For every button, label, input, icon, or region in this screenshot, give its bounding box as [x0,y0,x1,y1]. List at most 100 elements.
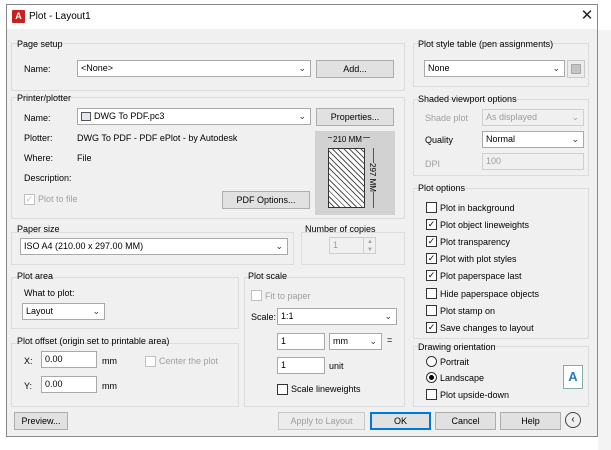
plotter-value: DWG To PDF - PDF ePlot - by Autodesk [77,133,238,143]
edit-plot-style-button[interactable] [567,60,585,78]
properties-button[interactable]: Properties... [316,108,394,126]
cancel-button[interactable]: Cancel [435,412,496,430]
scale-unit-value: mm [333,336,348,346]
printer-plotter-label: Printer/plotter [17,93,72,103]
orientation-preview-icon: A [563,365,583,389]
printer-name-select[interactable]: DWG To PDF.pc3 ⌄ [77,108,311,125]
help-button[interactable]: Help [500,412,561,430]
quality-label: Quality [425,135,454,145]
scale-value1-input[interactable]: 1 [277,333,325,350]
pdf-options-button[interactable]: PDF Options... [222,191,310,209]
scale-value1: 1 [281,336,287,346]
copies-spinner[interactable]: ▲ ▼ [363,238,376,253]
center-plot-checkbox[interactable] [145,356,156,367]
chevron-down-icon: ⌄ [384,311,392,321]
offset-x-unit: mm [102,356,117,366]
plot-option-label: Plot transparency [440,237,511,247]
chevron-down-icon: ⌄ [571,112,579,122]
drawing-orientation-label: Drawing orientation [418,342,496,352]
plot-option-label: Plot stamp on [440,306,496,316]
scale-value: 1:1 [281,311,294,321]
plot-option-label: Plot in background [440,203,515,213]
paper-preview: 210 MM 297 MM [315,131,395,215]
apply-to-layout-button[interactable]: Apply to Layout [278,412,365,430]
scale-lineweights-checkbox[interactable] [277,384,288,395]
printer-name-label: Name: [24,113,51,123]
fit-to-paper-checkbox[interactable] [251,290,262,301]
plot-option-checkbox[interactable] [426,288,437,299]
page-setup-name-label: Name: [24,64,51,74]
what-to-plot-label: What to plot: [24,288,75,298]
scale-unit-select[interactable]: mm ⌄ [329,333,382,350]
plot-option-checkbox[interactable] [426,202,437,213]
copies-value: 1 [333,240,339,250]
plot-option-checkbox[interactable]: ✓ [426,219,437,230]
plot-option-label: Save changes to layout [440,323,534,333]
add-button[interactable]: Add... [316,60,394,78]
plot-option-checkbox[interactable]: ✓ [426,270,437,281]
printer-icon [81,112,91,121]
portrait-radio[interactable] [426,356,437,367]
preview-height-label: 297 MM [368,163,377,192]
plot-option-label: Plot object lineweights [440,220,530,230]
page-setup-name-value: <None> [81,63,114,73]
description-label: Description: [24,173,72,183]
landscape-radio[interactable] [426,372,437,383]
chevron-down-icon: ⌄ [552,63,560,73]
chevron-down-icon: ⌄ [92,306,100,316]
plot-option-label: Hide paperspace objects [440,289,540,299]
plot-options-label: Plot options [418,183,466,193]
shade-plot-select[interactable]: As displayed ⌄ [482,109,584,126]
where-label: Where: [24,153,54,163]
collapse-options-icon[interactable]: ‹ [565,412,581,428]
shaded-viewport-label: Shaded viewport options [418,94,517,104]
autocad-logo-icon: A [12,10,25,23]
upside-down-label: Plot upside-down [440,390,510,400]
plot-area-label: Plot area [17,271,54,281]
table-edit-icon [571,64,581,74]
shade-plot-value: As displayed [486,112,538,122]
plot-option-checkbox[interactable] [426,305,437,316]
close-icon[interactable]: ✕ [578,7,596,25]
scale-value2: 1 [281,360,287,370]
scale-unit2-label: unit [329,361,344,371]
scale-value2-input[interactable]: 1 [277,357,325,374]
portrait-label: Portrait [440,357,470,367]
quality-select[interactable]: Normal ⌄ [482,131,584,148]
plot-option-checkbox[interactable]: ✓ [426,253,437,264]
plot-style-table-select[interactable]: None ⌄ [424,60,565,77]
preview-button[interactable]: Preview... [14,412,68,430]
upside-down-checkbox[interactable] [426,389,437,400]
plot-option-checkbox[interactable]: ✓ [426,236,437,247]
paper-preview-sheet [328,148,365,208]
dpi-value: 100 [486,156,502,166]
spin-down-icon: ▼ [367,247,373,253]
plot-to-file-checkbox[interactable]: ✓ [24,194,35,205]
plot-option-checkbox[interactable]: ✓ [426,322,437,333]
offset-y-unit: mm [102,381,117,391]
chevron-down-icon: ⌄ [369,336,377,346]
dialog-title: Plot - Layout1 [29,11,91,22]
fit-to-paper-label: Fit to paper [265,291,311,301]
offset-x-input[interactable]: 0.00 [41,351,97,368]
scale-label: Scale: [251,312,277,322]
offset-x-value: 0.00 [45,354,63,364]
landscape-label: Landscape [440,373,485,383]
page-setup-name-select[interactable]: <None> ⌄ [77,60,311,77]
ok-button[interactable]: OK [370,412,431,430]
chevron-down-icon: ⌄ [275,241,283,251]
paper-size-select[interactable]: ISO A4 (210.00 x 297.00 MM) ⌄ [20,238,288,255]
dpi-label: DPI [425,159,441,169]
chevron-down-icon: ⌄ [571,134,579,144]
what-to-plot-select[interactable]: Layout ⌄ [22,303,105,320]
paper-size-value: ISO A4 (210.00 x 297.00 MM) [24,241,144,251]
offset-y-input[interactable]: 0.00 [41,376,97,393]
plot-offset-label: Plot offset (origin set to printable are… [17,336,170,346]
quality-value: Normal [486,134,516,144]
title-bar: A Plot - Layout1 ✕ [7,5,597,29]
dpi-input[interactable]: 100 [482,153,584,170]
scale-select[interactable]: 1:1 ⌄ [277,308,397,325]
offset-y-value: 0.00 [45,379,63,389]
page-setup-label: Page setup [17,39,63,49]
spin-up-icon: ▲ [367,239,373,245]
